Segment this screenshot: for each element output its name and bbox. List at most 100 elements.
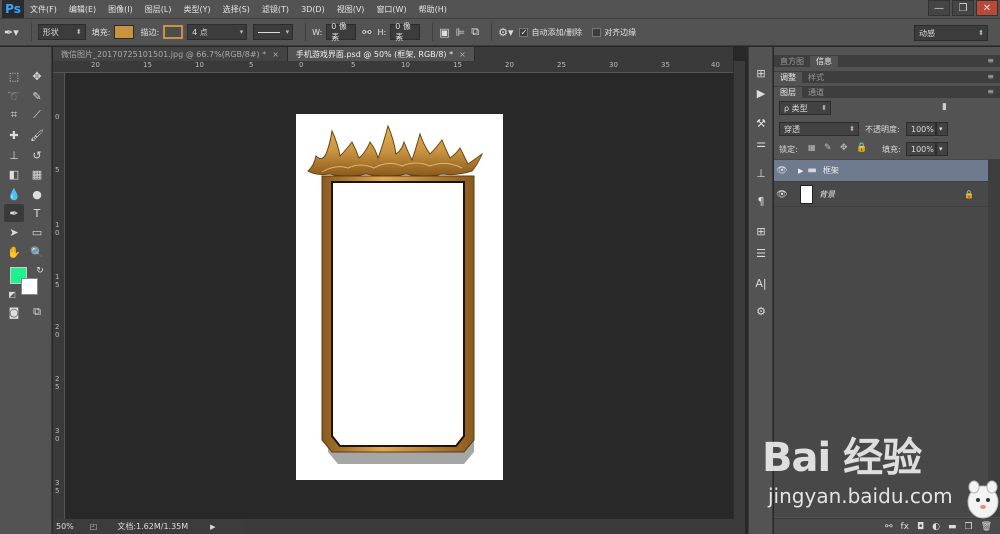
layer-filter-select[interactable]: ρ 类型 ⬍: [779, 101, 831, 115]
pen-tool-icon[interactable]: ✒: [4, 204, 24, 222]
expand-arrow-icon[interactable]: ▶: [798, 167, 803, 175]
zoom-tool-icon[interactable]: 🔍: [27, 243, 47, 261]
fill-input[interactable]: 100%: [906, 142, 936, 156]
background-color-swatch[interactable]: [21, 278, 38, 295]
crop-tool-icon[interactable]: ⌗: [4, 106, 24, 124]
tab-layers[interactable]: 图层: [774, 87, 802, 98]
quick-mask-icon[interactable]: ◙: [4, 303, 24, 321]
properties-icon[interactable]: ⚒: [752, 115, 770, 131]
panel-menu-icon[interactable]: ≡: [987, 87, 994, 96]
menu-edit[interactable]: 编辑(E): [63, 4, 102, 15]
pen-tool-preset-icon[interactable]: ✒▾: [4, 26, 19, 39]
type-tool-icon[interactable]: T: [27, 204, 47, 222]
clone-stamp-tool-icon[interactable]: ⊥: [4, 146, 24, 164]
dodge-tool-icon[interactable]: ●: [27, 185, 47, 203]
document-tab[interactable]: 微信图片_20170725101501.jpg @ 66.7%(RGB/8#) …: [53, 47, 288, 61]
menu-layer[interactable]: 图层(L): [139, 4, 178, 15]
menu-view[interactable]: 视图(V): [331, 4, 371, 15]
menu-3d[interactable]: 3D(D): [295, 5, 331, 14]
trash-icon[interactable]: 🗑: [981, 522, 992, 532]
lock-transparent-icon[interactable]: ▦: [808, 143, 816, 152]
path-arrangement-icon[interactable]: ⧉: [471, 25, 479, 39]
fill-slider-button[interactable]: ▾: [936, 142, 948, 156]
vertical-ruler[interactable]: 0 5 1 0 1 5 2 0 2 5 3 0 3 5: [53, 73, 65, 519]
menu-file[interactable]: 文件(F): [24, 4, 63, 15]
minimize-button[interactable]: —: [928, 0, 950, 16]
rectangle-tool-icon[interactable]: ▭: [27, 223, 47, 241]
menu-window[interactable]: 窗口(W): [370, 4, 412, 15]
tab-info[interactable]: 信息: [810, 56, 838, 67]
eye-icon[interactable]: 👁: [774, 190, 790, 200]
eyedropper-tool-icon[interactable]: ⟋: [27, 106, 47, 124]
blend-mode-select[interactable]: 穿透 ⬍: [779, 122, 859, 136]
restore-button[interactable]: ❐: [952, 0, 974, 16]
hand-tool-icon[interactable]: ✋: [4, 243, 24, 261]
tool-presets-icon[interactable]: ⚙: [752, 303, 770, 319]
horizontal-scrollbar[interactable]: [245, 519, 745, 534]
actions-icon[interactable]: ▶: [752, 85, 770, 101]
menu-image[interactable]: 图像(I): [102, 4, 139, 15]
lock-position-icon[interactable]: ✥: [840, 143, 848, 153]
width-input[interactable]: 0 像素: [326, 22, 357, 42]
stroke-color-swatch[interactable]: [163, 25, 184, 39]
brush-tool-icon[interactable]: 🖌: [27, 126, 47, 144]
new-group-icon[interactable]: ▬: [948, 522, 957, 532]
workspace-select[interactable]: 动感 ⬍: [914, 25, 988, 41]
height-input[interactable]: 0 像素: [390, 22, 421, 42]
menu-help[interactable]: 帮助(H): [413, 4, 453, 15]
tab-adjustments[interactable]: 调整: [774, 72, 802, 83]
adjustments-icon[interactable]: ⚌: [752, 135, 770, 151]
history-icon[interactable]: ⊞: [752, 65, 770, 81]
paragraph-icon[interactable]: ¶: [752, 193, 770, 209]
path-alignment-icon[interactable]: ⊫: [456, 26, 466, 39]
tab-histogram[interactable]: 直方图: [774, 56, 810, 67]
stroke-width-field[interactable]: 4 点 ▾: [187, 24, 248, 40]
healing-brush-tool-icon[interactable]: ✚: [4, 126, 24, 144]
add-mask-icon[interactable]: ◘: [917, 522, 924, 532]
close-button[interactable]: ✕: [976, 0, 998, 16]
lock-all-icon[interactable]: 🔒: [856, 143, 867, 153]
menu-type[interactable]: 类型(Y): [177, 4, 216, 15]
gradient-tool-icon[interactable]: ▦: [27, 165, 47, 183]
link-icon[interactable]: ⚯: [362, 26, 371, 39]
adjustment-layer-icon[interactable]: ◐: [932, 522, 940, 532]
close-icon[interactable]: ×: [272, 50, 279, 59]
layer-row[interactable]: 👁 背景 🔒: [774, 183, 988, 207]
new-layer-icon[interactable]: ❐: [964, 522, 972, 532]
menu-select[interactable]: 选择(S): [217, 4, 256, 15]
tab-channels[interactable]: 通道: [802, 87, 830, 98]
fill-color-swatch[interactable]: [114, 25, 135, 39]
document-canvas[interactable]: [296, 114, 503, 480]
panel-menu-icon[interactable]: ≡: [987, 56, 994, 65]
character-icon[interactable]: A|: [752, 275, 770, 291]
screen-mode-icon[interactable]: ⧉: [27, 303, 47, 321]
filter-toggle-icon[interactable]: ▮: [942, 102, 947, 112]
link-layers-icon[interactable]: ⚯: [885, 522, 893, 532]
lasso-tool-icon[interactable]: ➰: [4, 87, 24, 105]
chevron-right-icon[interactable]: ▶: [210, 523, 215, 531]
layer-row[interactable]: 👁 ▶ ▬ 框架: [774, 160, 988, 182]
eraser-tool-icon[interactable]: ◧: [4, 165, 24, 183]
history-brush-tool-icon[interactable]: ↺: [27, 146, 47, 164]
vertical-scrollbar[interactable]: [733, 61, 745, 519]
brush-presets-icon[interactable]: ⊥: [752, 165, 770, 181]
fx-icon[interactable]: fx: [900, 522, 909, 532]
path-operations-icon[interactable]: ▣: [439, 26, 449, 39]
default-colors-icon[interactable]: ◩: [2, 285, 22, 303]
tab-styles[interactable]: 样式: [802, 72, 830, 83]
blur-tool-icon[interactable]: 💧: [4, 185, 24, 203]
zoom-level[interactable]: 50%: [56, 522, 74, 531]
eye-icon[interactable]: 👁: [774, 166, 790, 176]
notes-icon[interactable]: ☰: [752, 245, 770, 261]
document-tab-active[interactable]: 手机游戏界面.psd @ 50% (框架, RGB/8) * ×: [287, 47, 475, 61]
lock-image-icon[interactable]: ✎: [824, 143, 832, 153]
quick-selection-tool-icon[interactable]: ✎: [27, 87, 47, 105]
opacity-slider-button[interactable]: ▾: [936, 122, 948, 136]
auto-add-delete-checkbox[interactable]: ✓: [519, 27, 529, 37]
navigator-icon[interactable]: ⊞: [752, 223, 770, 239]
move-tool-icon[interactable]: ✥: [27, 67, 47, 85]
swap-colors-icon[interactable]: ↻: [30, 262, 50, 280]
menu-filter[interactable]: 滤镜(T): [256, 4, 295, 15]
panel-menu-icon[interactable]: ≡: [987, 72, 994, 81]
canvas-area[interactable]: [66, 74, 733, 519]
